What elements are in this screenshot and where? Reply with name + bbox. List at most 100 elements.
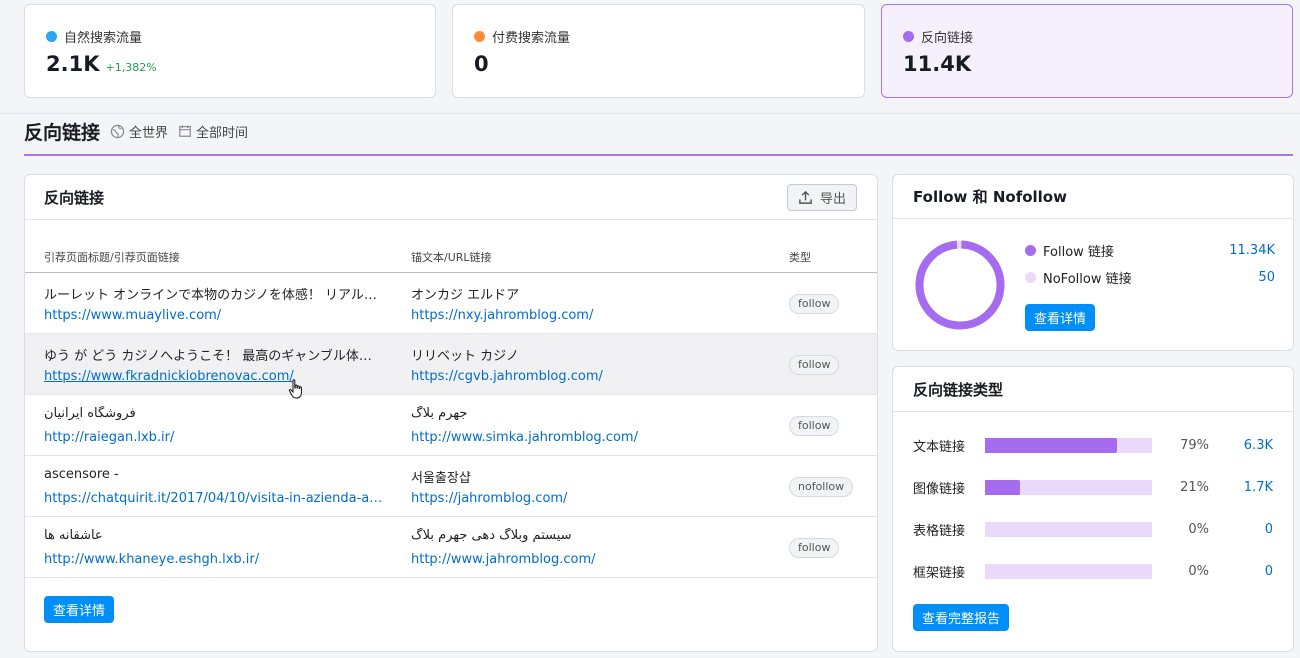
follow-legend-item: Follow 链接 11.34K (1025, 241, 1275, 260)
link-type-badge: nofollow (789, 477, 854, 497)
period-label: 全部时间 (196, 125, 249, 141)
referring-page-url[interactable]: https://www.muaylive.com/ (44, 308, 394, 323)
metric-delta: +1,382% (105, 61, 157, 74)
target-url[interactable]: http://www.simka.jahromblog.com/ (411, 430, 761, 445)
metric-label-text: 自然搜索流量 (64, 31, 143, 46)
link-type-badge: follow (789, 538, 840, 558)
anchor-text: オンカジ エルドア (411, 288, 520, 303)
follow-donut-chart (915, 240, 1005, 330)
metric-label-text: 付费搜索流量 (492, 31, 571, 46)
globe-icon (110, 124, 125, 138)
export-button[interactable]: 导出 (787, 183, 857, 211)
follow-dot-icon (1025, 245, 1036, 256)
type-percent: 79% (1180, 437, 1209, 453)
nofollow-dot-icon (1025, 272, 1036, 283)
metric-label: 自然搜索流量 (46, 27, 414, 46)
type-bar-fill (985, 437, 1117, 453)
target-url[interactable]: https://cgvb.jahromblog.com/ (411, 369, 761, 384)
follow-nofollow-card: Follow 和 Nofollow Follow 链接 11.34K NoFol… (892, 174, 1294, 351)
referring-page-title: فروشگاه ایرانیان (44, 406, 136, 421)
type-percent: 21% (1180, 479, 1209, 495)
referring-page-title: ascensore - (44, 467, 119, 482)
period-filter[interactable]: 全部时间 (178, 122, 248, 141)
referring-page-url[interactable]: http://www.khaneye.eshgh.lxb.ir/ (44, 552, 394, 567)
metric-value: 0 (474, 52, 843, 76)
export-icon (799, 190, 812, 204)
follow-legend-label: Follow 链接 (1043, 245, 1114, 260)
nofollow-legend-value[interactable]: 50 (1258, 270, 1275, 285)
anchor-text: سیستم وبلاگ دهی جهرم بلاگ (411, 528, 572, 543)
backlink-type-row: 文本链接 79% 6.3K (913, 436, 1273, 455)
target-url[interactable]: http://www.jahromblog.com/ (411, 552, 761, 567)
anchor-text: 서울출장샵 (411, 471, 471, 486)
table-row: ascensore - https://chatquirit.it/2017/0… (25, 456, 877, 517)
type-count[interactable]: 1.7K (1244, 480, 1273, 495)
table-header: 引荐页面标题/引荐页面链接 锚文本/URL链接 类型 (25, 220, 877, 273)
link-type-badge: follow (789, 294, 840, 314)
region-filter[interactable]: 全世界 (110, 122, 168, 141)
type-bar-track (985, 521, 1152, 537)
link-type-badge: follow (789, 355, 840, 375)
follow-legend-value[interactable]: 11.34K (1229, 243, 1275, 258)
metric-value-text: 2.1K (46, 52, 100, 76)
column-header-referring-page[interactable]: 引荐页面标题/引荐页面链接 (44, 249, 180, 265)
metric-label: 付费搜索流量 (474, 27, 843, 46)
follow-nofollow-title: Follow 和 Nofollow (913, 188, 1067, 206)
anchor-text: جهرم بلاگ (411, 406, 468, 421)
type-label: 表格链接 (913, 523, 966, 539)
metric-card-paid[interactable]: 付费搜索流量 0 (452, 4, 865, 98)
backlink-type-row: 框架链接 0% 0 (913, 562, 1273, 581)
metric-value-text: 0 (474, 52, 489, 76)
type-count[interactable]: 0 (1265, 522, 1273, 537)
metric-strip: 自然搜索流量 2.1K +1,382% 付费搜索流量 0 反向链接 11.4K (0, 0, 1300, 114)
calendar-icon (179, 125, 191, 137)
metric-card-backlinks[interactable]: 反向链接 11.4K (881, 4, 1293, 98)
backlink-types-header: 反向链接类型 (893, 367, 1293, 412)
target-url[interactable]: https://jahromblog.com/ (411, 491, 761, 506)
backlinks-dot-icon (903, 31, 914, 42)
backlinks-details-button[interactable]: 查看详情 (44, 596, 115, 623)
metric-label: 反向链接 (903, 27, 1271, 46)
section-header: 反向链接 全世界 全部时间 (24, 118, 1293, 156)
table-row: عاشقانه ها http://www.khaneye.eshgh.lxb.… (25, 517, 877, 578)
metric-card-organic[interactable]: 自然搜索流量 2.1K +1,382% (24, 4, 436, 98)
anchor-text: リリベット カジノ (411, 349, 519, 364)
referring-page-url[interactable]: http://raiegan.lxb.ir/ (44, 430, 394, 445)
type-percent: 0% (1188, 521, 1209, 537)
backlinks-card-header: 反向链接 导出 (25, 175, 877, 220)
full-report-button[interactable]: 查看完整报告 (913, 604, 1010, 631)
nofollow-legend-label: NoFollow 链接 (1043, 272, 1132, 287)
paid-dot-icon (474, 31, 485, 42)
type-bar-track (985, 437, 1152, 453)
follow-nofollow-header: Follow 和 Nofollow (893, 175, 1293, 219)
target-url[interactable]: https://nxy.jahromblog.com/ (411, 308, 761, 323)
organic-dot-icon (46, 31, 57, 42)
backlink-types-title: 反向链接类型 (913, 380, 1004, 399)
referring-page-title: ゆう が どう カジノへようこそ！ 最高のギャンブル体… (44, 349, 372, 364)
donut-follow-arc (915, 240, 1005, 330)
backlinks-card-title: 反向链接 (44, 188, 105, 207)
type-bar-fill (985, 479, 1021, 495)
type-label: 文本链接 (913, 439, 966, 455)
referring-page-url[interactable]: https://www.fkradnickiobrenovac.com/ (44, 369, 394, 384)
type-count[interactable]: 6.3K (1244, 438, 1273, 453)
metric-value-text: 11.4K (903, 52, 972, 76)
link-type-badge: follow (789, 416, 840, 436)
referring-page-title: عاشقانه ها (44, 528, 103, 543)
metric-value: 11.4K (903, 52, 1271, 76)
table-row: فروشگاه ایرانیان http://raiegan.lxb.ir/ … (25, 395, 877, 456)
metric-value: 2.1K +1,382% (46, 52, 414, 76)
type-label: 图像链接 (913, 481, 966, 497)
type-count[interactable]: 0 (1265, 564, 1273, 579)
follow-details-button[interactable]: 查看详情 (1025, 304, 1096, 331)
backlinks-card: 反向链接 导出 引荐页面标题/引荐页面链接 锚文本/URL链接 类型 ルーレット… (24, 174, 878, 652)
backlink-types-card: 反向链接类型 文本链接 79% 6.3K 图像链接 21% 1.7K 表格链接 … (892, 366, 1294, 652)
referring-page-title: ルーレット オンラインで本物のカジノを体感！ リアル… (44, 288, 377, 303)
type-percent: 0% (1188, 563, 1209, 579)
region-label: 全世界 (129, 125, 169, 141)
column-header-anchor[interactable]: 锚文本/URL链接 (411, 249, 492, 265)
backlink-type-row: 表格链接 0% 0 (913, 520, 1273, 539)
column-header-type[interactable]: 类型 (789, 249, 811, 265)
table-row: ルーレット オンラインで本物のカジノを体感！ リアル… https://www.… (25, 273, 877, 334)
referring-page-url[interactable]: https://chatquirit.it/2017/04/10/visita-… (44, 491, 394, 506)
